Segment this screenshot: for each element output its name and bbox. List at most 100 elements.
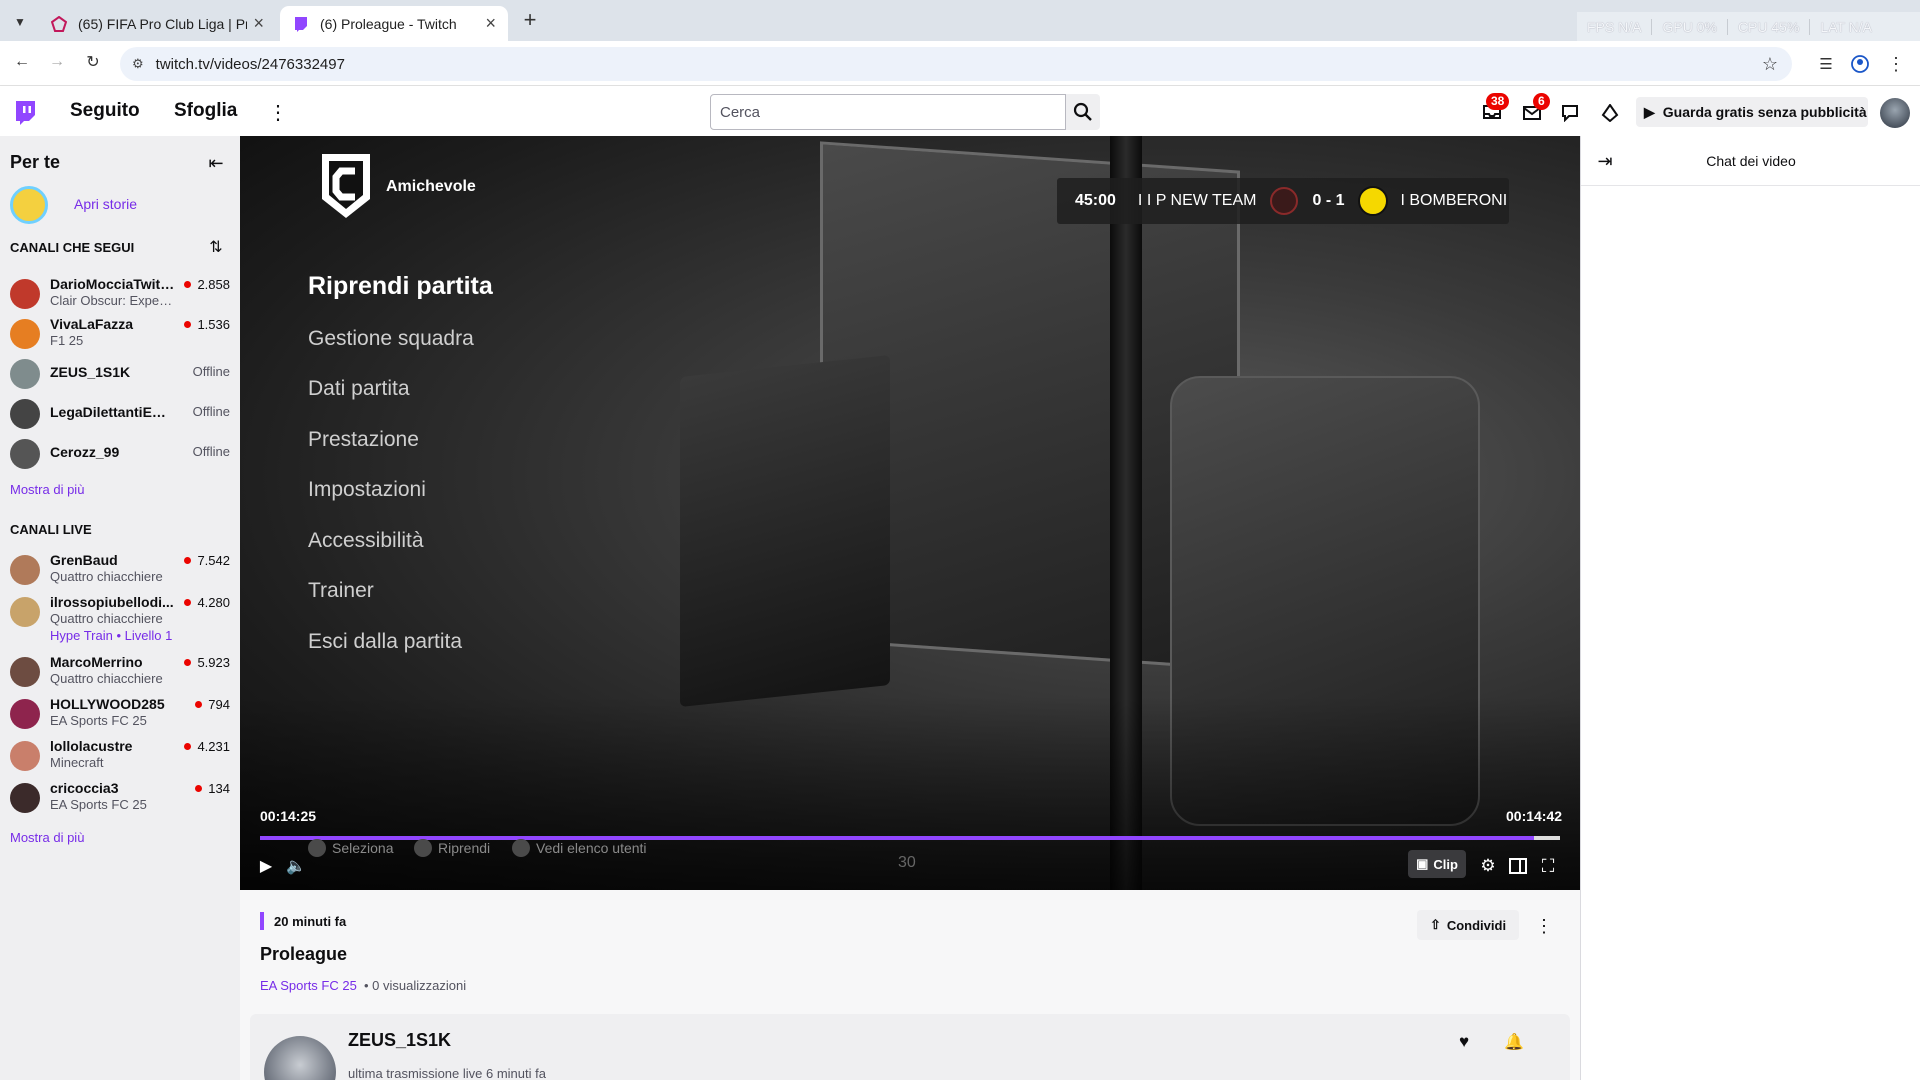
scoreboard: 45:00 I I P NEW TEAM 0 - 1 I BOMBERONI — [1057, 178, 1509, 224]
notification-bell-icon[interactable]: 🔔 — [1502, 1030, 1526, 1054]
volume-icon[interactable]: 🔈 — [284, 854, 308, 878]
nav-following-link[interactable]: Seguito — [70, 100, 140, 122]
channel-avatar[interactable] — [264, 1036, 336, 1080]
sidebar: Per te ⇤ Apri storie CANALI CHE SEGUI ⇅ … — [0, 136, 240, 1080]
site-info-icon[interactable]: ⚙ — [132, 56, 144, 72]
back-icon[interactable]: ← — [10, 50, 34, 74]
profile-icon[interactable] — [1848, 52, 1872, 76]
game-menu-item[interactable]: Trainer — [308, 579, 374, 603]
adfree-label: Guarda gratis senza pubblicità — [1662, 104, 1867, 120]
video-more-icon[interactable]: ⋮ — [1532, 914, 1556, 938]
chat-title: Chat dei video — [1706, 153, 1796, 169]
channel-avatar — [10, 783, 40, 813]
channel-avatar — [10, 555, 40, 585]
total-time: 00:14:42 — [1506, 808, 1563, 824]
browser-menu-icon[interactable]: ⋮ — [1884, 52, 1908, 76]
collapse-sidebar-icon[interactable]: ⇤ — [204, 152, 228, 174]
perf-lat: LAT N/A — [1820, 18, 1873, 35]
followed-channel[interactable]: ZEUS_1S1K Offline — [0, 354, 240, 396]
stories-avatar[interactable] — [10, 186, 48, 224]
offline-label: Offline — [192, 364, 230, 379]
perf-fps: FPS N/A — [1577, 18, 1653, 35]
sort-icon[interactable]: ⇅ — [204, 236, 228, 258]
browser-tab-proleague[interactable]: (65) FIFA Pro Club Liga | ProLeague × — [38, 6, 276, 41]
channel-avatar — [10, 657, 40, 687]
close-tab-icon[interactable]: × — [253, 13, 264, 34]
search-button[interactable] — [1066, 94, 1100, 130]
game-menu-item[interactable]: Dati partita — [308, 377, 410, 401]
followed-channel[interactable]: LegaDilettantiESports Offline — [0, 394, 240, 436]
game-menu-item[interactable]: Accessibilità — [308, 529, 424, 553]
viewer-count: 7.542 — [184, 553, 230, 568]
channel-name: ZEUS_1S1K — [50, 364, 131, 380]
hint-select: Seleziona — [308, 839, 394, 857]
bookmark-star-icon[interactable]: ☆ — [1762, 54, 1778, 75]
live-dot-icon — [184, 659, 192, 666]
show-more-live[interactable]: Mostra di più — [10, 830, 84, 845]
followed-channel[interactable]: VivaLaFazza F1 25 1.536 — [0, 314, 240, 356]
live-dot-icon — [184, 557, 192, 564]
share-icon: ⇧ — [1429, 917, 1441, 932]
live-channel[interactable]: cricoccia3 EA Sports FC 25 134 — [0, 778, 240, 820]
game-menu-item[interactable]: Gestione squadra — [308, 327, 474, 351]
sidebar-title: Per te — [10, 152, 61, 172]
clip-button[interactable]: ▣ Clip — [1408, 850, 1466, 878]
nav-browse-link[interactable]: Sfoglia — [174, 100, 237, 122]
channel-name: LegaDilettantiESports — [50, 404, 175, 420]
channel-name[interactable]: ZEUS_1S1K — [348, 1030, 451, 1051]
close-tab-icon[interactable]: × — [485, 13, 496, 34]
game-menu-item[interactable]: Impostazioni — [308, 478, 426, 502]
video-info: 20 minuti fa Proleague EA Sports FC 25 •… — [240, 890, 1580, 1080]
video-player[interactable]: Amichevole Riprendi partita Gestione squa… — [240, 136, 1580, 890]
url-field[interactable]: ⚙ twitch.tv/videos/2476332497 ☆ — [120, 47, 1792, 81]
share-button[interactable]: ⇧ Condividi — [1417, 910, 1519, 940]
followed-channel[interactable]: DarioMocciaTwitchClair Obscur: Expeditio… — [0, 274, 240, 316]
channel-name: ilrossopiubellodi... — [50, 594, 174, 610]
game-menu-item-selected[interactable]: Riprendi partita — [308, 272, 493, 301]
channel-avatar — [10, 597, 40, 627]
live-channel[interactable]: GrenBaud Quattro chiacchiere 7.542 — [0, 550, 240, 592]
performance-overlay: FPS N/A GPU 0% CPU 45% LAT N/A — [1577, 12, 1920, 41]
adfree-button[interactable]: ▶ Guarda gratis senza pubblicità — [1636, 97, 1868, 127]
perf-gpu: GPU 0% — [1652, 18, 1728, 35]
forward-icon[interactable]: → — [45, 50, 69, 74]
live-channel[interactable]: ilrossopiubellodi... Quattro chiacchiere 4… — [0, 592, 240, 643]
user-avatar[interactable] — [1880, 98, 1910, 128]
channel-avatar — [10, 699, 40, 729]
new-tab-icon[interactable]: + — [518, 7, 542, 32]
theatre-mode-icon[interactable] — [1506, 854, 1530, 878]
fps-label: 30 — [898, 854, 916, 871]
settings-icon[interactable]: ⚙ — [1476, 854, 1500, 878]
reload-icon[interactable]: ↻ — [81, 50, 105, 74]
video-views: • 0 visualizzazioni — [364, 978, 467, 993]
bits-icon[interactable] — [1598, 101, 1622, 125]
tab-title: (65) FIFA Pro Club Liga | ProLeague — [78, 15, 248, 32]
home-team: I I P NEW TEAM — [1137, 192, 1257, 209]
button-circle-icon — [414, 839, 432, 857]
hype-train-label: Hype Train • Livello 1 — [50, 628, 173, 643]
game-menu-item[interactable]: Esci dalla partita — [308, 630, 462, 654]
twitch-logo-icon[interactable] — [12, 99, 38, 127]
chat-bubble-icon[interactable] — [1558, 101, 1582, 125]
live-channel[interactable]: HOLLYWOOD285 EA Sports FC 25 794 — [0, 694, 240, 736]
game-menu-item[interactable]: Prestazione — [308, 428, 419, 452]
followed-channel[interactable]: Cerozz_99 Offline — [0, 434, 240, 476]
tab-list-icon[interactable]: ▼ — [8, 10, 32, 34]
search-input[interactable]: Cerca — [710, 94, 1066, 130]
channel-card: ZEUS_1S1K ultima trasmissione live 6 min… — [250, 1014, 1570, 1080]
media-controls-icon[interactable]: ☰ — [1814, 52, 1838, 76]
follow-heart-icon[interactable]: ♥ — [1452, 1030, 1476, 1054]
open-stories-link[interactable]: Apri storie — [74, 196, 137, 212]
live-channel[interactable]: lollolacustre Minecraft 4.231 — [0, 736, 240, 778]
play-icon[interactable]: ▶ — [254, 854, 278, 878]
away-team: I BOMBERONI — [1400, 192, 1508, 209]
video-category[interactable]: EA Sports FC 25 — [260, 978, 357, 993]
browser-tab-twitch[interactable]: (6) Proleague - Twitch × — [280, 6, 508, 41]
show-more-followed[interactable]: Mostra di più — [10, 482, 84, 497]
channel-game: Clair Obscur: Expedition 33 — [50, 293, 175, 308]
fullscreen-icon[interactable]: ⛶ — [1536, 854, 1560, 878]
live-channel[interactable]: MarcoMerrino Quattro chiacchiere 5.923 — [0, 652, 240, 694]
more-menu-icon[interactable]: ⋮ — [266, 100, 290, 124]
channel-name: lollolacustre — [50, 738, 133, 754]
browser-tab-bar: ▼ (65) FIFA Pro Club Liga | ProLeague × … — [0, 0, 1920, 41]
